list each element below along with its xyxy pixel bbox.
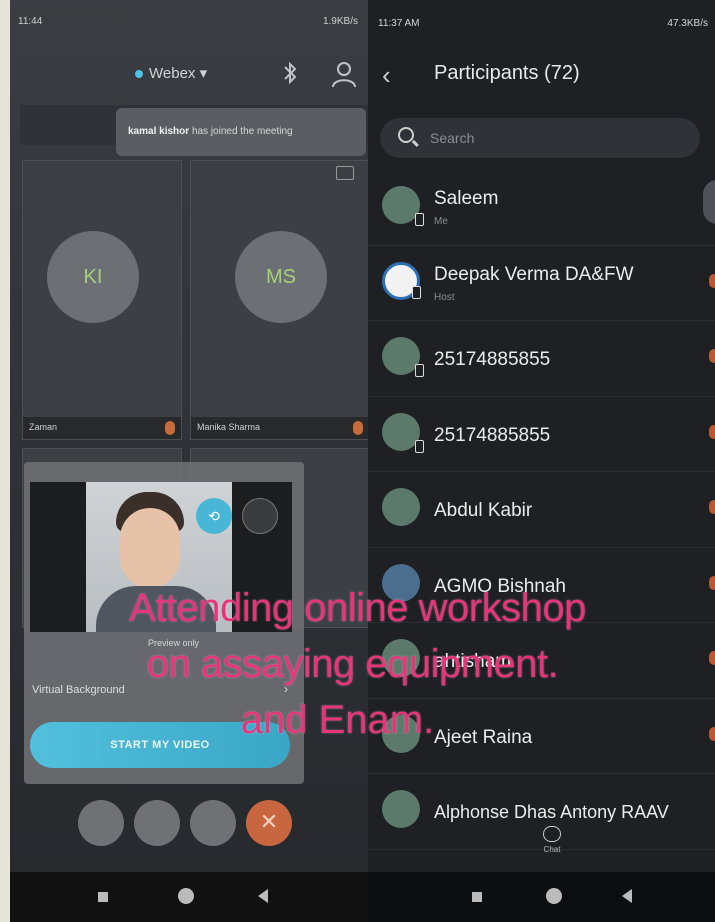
participant-name: Abdul Kabir	[434, 500, 533, 521]
layout-icon[interactable]	[336, 166, 354, 180]
participant-role: Host	[434, 291, 455, 303]
participant-name: 25174885855	[434, 349, 551, 370]
search-icon	[398, 127, 414, 143]
search-bar[interactable]	[380, 118, 700, 158]
avatar	[382, 186, 424, 226]
list-item[interactable]: Ajeet Raina	[368, 699, 715, 774]
mobile-device-icon	[415, 213, 424, 226]
status-time: 11:44	[18, 16, 43, 27]
list-item[interactable]: Abdul Kabir	[368, 472, 715, 548]
avatar	[382, 337, 424, 377]
mic-muted-icon	[709, 349, 715, 363]
home-icon[interactable]	[178, 888, 194, 904]
end-call-button[interactable]: ✕	[246, 800, 292, 846]
avatar	[382, 714, 420, 753]
tile-name: Manika Sharma	[191, 417, 368, 439]
list-item[interactable]: Deepak Verma DA&FW Host	[368, 246, 715, 321]
status-bar: 11:37 AM 47.3KB/s	[378, 18, 708, 29]
mic-muted-icon	[709, 424, 715, 439]
background-button[interactable]	[242, 498, 278, 534]
switch-camera-button[interactable]: ⟲	[196, 498, 232, 534]
list-item[interactable]: AGMO Bishnah	[368, 548, 715, 623]
android-nav-bar	[368, 872, 715, 922]
mic-muted-icon	[709, 726, 715, 741]
participant-role: Me	[434, 216, 448, 227]
avatar	[382, 563, 420, 602]
participant-name: ahtisham	[434, 651, 512, 672]
mobile-device-icon	[415, 439, 424, 453]
page-title: Participants (72)	[434, 62, 580, 84]
mobile-device-icon	[412, 285, 421, 299]
mic-muted-icon	[165, 421, 175, 435]
participant-name: Alphonse Dhas Antony RAAV	[434, 802, 669, 822]
mute-button[interactable]	[78, 800, 124, 846]
video-tile[interactable]: MS Manika Sharma	[190, 160, 368, 440]
start-video-button[interactable]: START MY VIDEO	[30, 722, 290, 768]
meeting-header: Webex ▾	[10, 50, 368, 100]
avatar	[382, 639, 420, 677]
webex-meeting-screen: 11:44 1.9KB/s Webex ▾ KI Zaman MS Manika…	[0, 0, 368, 922]
status-network: 47.3KB/s	[667, 18, 708, 29]
participant-name: 25174885855	[434, 424, 551, 446]
video-tile[interactable]: KI Zaman	[22, 160, 182, 440]
preview-label: Preview only	[148, 638, 200, 648]
app-title-dropdown[interactable]: Webex ▾	[135, 64, 207, 82]
participant-name: Saleem	[434, 188, 499, 209]
tile-name: Zaman	[23, 417, 181, 439]
avatar: KI	[47, 231, 139, 323]
mic-muted-icon	[709, 500, 715, 514]
list-item[interactable]: 25174885855	[368, 397, 715, 472]
bluetooth-icon[interactable]	[280, 58, 300, 88]
list-item[interactable]: Saleem Me	[368, 170, 715, 246]
android-nav-bar	[10, 872, 368, 922]
chat-icon	[543, 826, 561, 842]
participant-list: Saleem Me Deepak Verma DA&FW Host 251748…	[368, 170, 715, 850]
mic-muted-icon	[709, 575, 715, 590]
more-button[interactable]	[190, 800, 236, 846]
recents-icon[interactable]	[472, 892, 482, 902]
participant-name: Ajeet Raina	[434, 726, 533, 748]
video-preview-panel: ⟲ Preview only Virtual Background › STAR…	[24, 462, 304, 784]
avatar	[382, 488, 420, 526]
toast-name: kamal kishor	[128, 126, 190, 137]
mobile-device-icon	[415, 364, 424, 377]
participant-name: AGMO Bishnah	[434, 575, 566, 597]
app-title: Webex	[149, 65, 196, 82]
chat-label: Chat	[543, 845, 561, 854]
webex-logo-icon	[135, 70, 143, 79]
back-arrow-icon[interactable]: ‹	[382, 60, 391, 91]
avatar	[382, 790, 420, 828]
chevron-right-icon[interactable]: ›	[284, 682, 288, 696]
mic-muted-icon	[353, 421, 363, 435]
join-notification: kamal kishor has joined the meeting	[116, 108, 366, 156]
status-network: 1.9KB/s	[322, 16, 358, 27]
participants-screen: 11:37 AM 47.3KB/s ‹ Participants (72) Sa…	[368, 0, 715, 922]
back-nav-icon[interactable]	[258, 889, 268, 903]
search-input[interactable]	[430, 126, 680, 150]
status-time: 11:37 AM	[378, 18, 420, 29]
mic-muted-icon	[709, 273, 715, 288]
status-bar: 11:44 1.9KB/s	[10, 10, 368, 36]
virtual-background-label[interactable]: Virtual Background	[32, 684, 125, 696]
participants-icon[interactable]	[330, 60, 358, 88]
avatar	[382, 412, 424, 453]
mic-muted-icon	[709, 651, 715, 665]
toast-text: has joined the meeting	[191, 126, 293, 137]
back-nav-icon[interactable]	[622, 889, 632, 903]
mute-toggle[interactable]	[703, 180, 715, 224]
recents-icon[interactable]	[98, 892, 108, 902]
list-item[interactable]: ahtisham	[368, 623, 715, 699]
avatar: MS	[235, 231, 327, 323]
list-item[interactable]: 25174885855	[368, 321, 715, 397]
chat-button[interactable]: Chat	[540, 826, 564, 854]
participant-name: Deepak Verma DA&FW	[434, 263, 634, 285]
video-button[interactable]	[134, 800, 180, 846]
avatar	[382, 261, 421, 300]
home-icon[interactable]	[546, 888, 562, 904]
